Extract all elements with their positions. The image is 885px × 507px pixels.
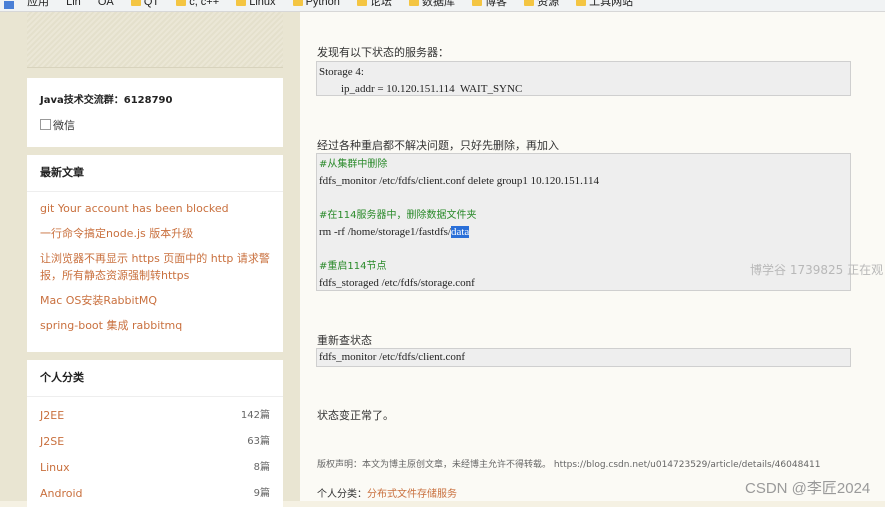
csdn-watermark: CSDN @李匠2024 bbox=[745, 480, 871, 497]
qq-group-text: Java技术交流群：6128790 bbox=[40, 95, 173, 106]
folder-icon bbox=[524, 0, 535, 7]
bookmarks-bar: 应用 Lin OA QT c, c++ Linux Python 论坛 数据库 … bbox=[0, 0, 885, 12]
bookmark-lin[interactable]: Lin bbox=[66, 0, 81, 8]
viewer-watermark: 博学谷 1739825 正在观 bbox=[750, 263, 884, 277]
recent-article-link[interactable]: Mac OS安装RabbitMQ bbox=[40, 292, 270, 309]
code-comment: #在114服务器中，删除数据文件夹 bbox=[319, 210, 477, 221]
code-line: fdfs_monitor /etc/fdfs/client.conf delet… bbox=[319, 175, 600, 187]
category-count: 8篇 bbox=[253, 462, 270, 473]
code-line: rm -rf /home/storage1/fastdfs/data bbox=[319, 226, 470, 238]
bookmark-cpp[interactable]: c, c++ bbox=[176, 0, 219, 8]
category-row[interactable]: J2EE 142篇 bbox=[40, 403, 270, 429]
code-comment: #从集群中删除 bbox=[319, 159, 388, 170]
category-name[interactable]: Android bbox=[40, 481, 83, 507]
bookmark-blog[interactable]: 博客 bbox=[472, 0, 507, 8]
folder-icon bbox=[472, 0, 483, 7]
folder-icon bbox=[292, 0, 303, 7]
bookmark-qt[interactable]: QT bbox=[130, 0, 159, 8]
bookmark-forum[interactable]: 论坛 bbox=[356, 0, 392, 8]
folder-icon bbox=[130, 0, 141, 7]
bookmark-database[interactable]: 数据库 bbox=[408, 0, 455, 8]
bookmark-linux[interactable]: Linux bbox=[236, 0, 276, 8]
category-row[interactable]: Android 9篇 bbox=[40, 481, 270, 507]
code-line: ip_addr = 10.120.151.114 WAIT_SYNC bbox=[341, 83, 523, 95]
recent-article-link[interactable]: 让浏览器不再显示 https 页面中的 http 请求警报，所有静态资源强制转h… bbox=[40, 250, 270, 284]
left-column: Java技术交流群：6128790 微信 最新文章 git Your accou… bbox=[0, 12, 300, 507]
broken-image-icon bbox=[40, 119, 51, 130]
selected-text: data bbox=[450, 226, 470, 238]
category-count: 142篇 bbox=[240, 410, 270, 421]
category-count: 9篇 bbox=[253, 488, 270, 499]
bookmark-oa[interactable]: OA bbox=[98, 0, 114, 8]
category-name[interactable]: Linux bbox=[40, 455, 70, 481]
recent-articles-title: 最新文章 bbox=[27, 155, 283, 192]
restart-text: 经过各种重启都不解决问题，只好先删除，再加入 bbox=[317, 139, 559, 152]
category-name[interactable]: J2SE bbox=[40, 429, 64, 455]
bookmark-tools[interactable]: 工具网站 bbox=[576, 0, 633, 8]
categories-list: J2EE 142篇 J2SE 63篇 Linux 8篇 Android 9篇 bbox=[27, 397, 283, 507]
copyright-notice: 版权声明：本文为博主原创文章，未经博主允许不得转载。 https://blog.… bbox=[317, 460, 821, 470]
recent-article-link[interactable]: 一行命令搞定node.js 版本升级 bbox=[40, 225, 270, 242]
recent-article-link[interactable]: spring-boot 集成 rabbitmq bbox=[40, 317, 270, 334]
article-body: 发现有以下状态的服务器： Storage 4: ip_addr = 10.120… bbox=[300, 12, 885, 501]
wechat-image: 微信 bbox=[27, 111, 283, 147]
normal-text: 状态变正常了。 bbox=[317, 409, 394, 422]
folder-icon bbox=[176, 0, 187, 7]
bookmark-python[interactable]: Python bbox=[292, 0, 340, 8]
category-row[interactable]: J2SE 63篇 bbox=[40, 429, 270, 455]
found-servers-text: 发现有以下状态的服务器： bbox=[317, 46, 449, 59]
folder-icon bbox=[236, 0, 247, 7]
recent-articles-panel: 最新文章 git Your account has been blocked 一… bbox=[27, 155, 283, 352]
recent-article-link[interactable]: git Your account has been blocked bbox=[40, 200, 270, 217]
category-name[interactable]: J2EE bbox=[40, 403, 64, 429]
categories-panel: 个人分类 J2EE 142篇 J2SE 63篇 Linux 8篇 Android… bbox=[27, 360, 283, 507]
wechat-alt-text: 微信 bbox=[53, 119, 75, 132]
status-code-block: Storage 4: ip_addr = 10.120.151.114 WAIT… bbox=[316, 61, 851, 96]
article-category: 个人分类：分布式文件存储服务 bbox=[317, 485, 457, 500]
recent-articles-list: git Your account has been blocked 一行命令搞定… bbox=[27, 192, 283, 352]
code-line: Storage 4: bbox=[319, 66, 364, 78]
folder-icon bbox=[356, 0, 367, 7]
contact-panel: Java技术交流群：6128790 微信 bbox=[27, 78, 283, 147]
category-row[interactable]: Linux 8篇 bbox=[40, 455, 270, 481]
bookmark-apps[interactable]: 应用 bbox=[27, 0, 49, 8]
apps-icon[interactable] bbox=[4, 1, 14, 10]
category-link[interactable]: 分布式文件存储服务 bbox=[367, 489, 457, 500]
folder-icon bbox=[576, 0, 587, 7]
recheck-code-block: fdfs_monitor /etc/fdfs/client.conf bbox=[316, 348, 851, 367]
sidebar: Java技术交流群：6128790 微信 最新文章 git Your accou… bbox=[27, 12, 283, 507]
folder-icon bbox=[408, 0, 419, 7]
code-line: fdfs_monitor /etc/fdfs/client.conf bbox=[319, 351, 466, 363]
sidebar-header-stripe bbox=[27, 12, 283, 68]
categories-title: 个人分类 bbox=[27, 360, 283, 397]
recheck-text: 重新查状态 bbox=[317, 334, 372, 347]
category-label: 个人分类： bbox=[317, 489, 367, 500]
category-count: 63篇 bbox=[247, 436, 270, 447]
bookmark-resources[interactable]: 资源 bbox=[524, 0, 559, 8]
